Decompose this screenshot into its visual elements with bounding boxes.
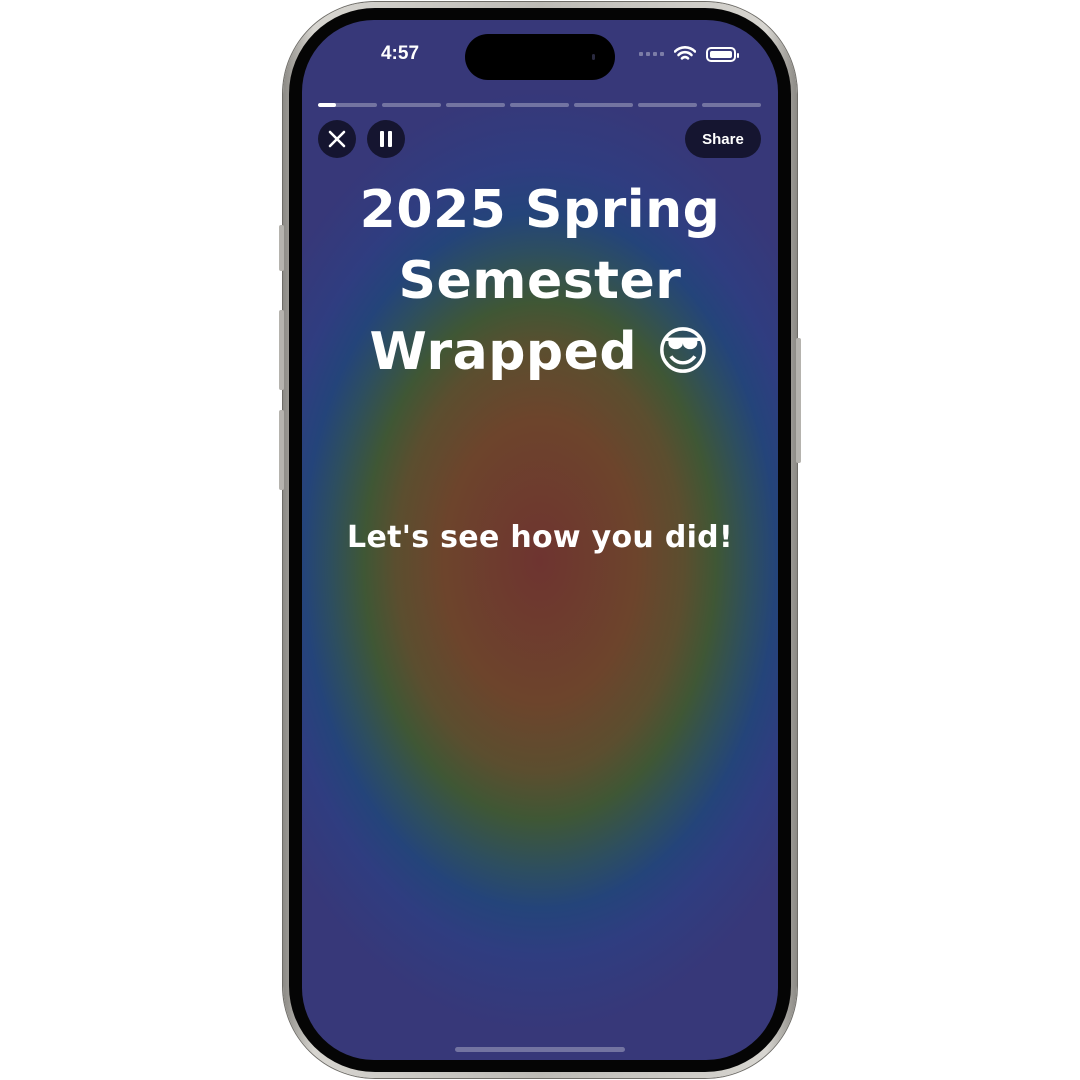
volume-up-button bbox=[279, 310, 284, 390]
battery-icon bbox=[706, 46, 739, 62]
slide-subtitle: Let's see how you did! bbox=[347, 520, 733, 555]
pause-icon bbox=[380, 131, 392, 147]
wifi-icon bbox=[674, 46, 696, 60]
progress-segment[interactable] bbox=[510, 103, 569, 107]
power-button bbox=[796, 338, 801, 463]
progress-segment[interactable] bbox=[702, 103, 761, 107]
camera-icon bbox=[592, 54, 595, 60]
share-button[interactable]: Share bbox=[685, 120, 761, 158]
progress-segment[interactable] bbox=[638, 103, 697, 107]
close-icon bbox=[328, 130, 346, 148]
progress-segment-fill bbox=[318, 103, 336, 107]
home-indicator[interactable] bbox=[455, 1047, 625, 1052]
dynamic-island bbox=[465, 34, 615, 80]
progress-segment[interactable] bbox=[318, 103, 377, 107]
title-line-3: Wrapped 😎 bbox=[369, 322, 711, 382]
progress-segment[interactable] bbox=[574, 103, 633, 107]
progress-segment[interactable] bbox=[446, 103, 505, 107]
close-button[interactable] bbox=[318, 120, 356, 158]
cellular-signal-icon bbox=[639, 52, 664, 56]
progress-segment[interactable] bbox=[382, 103, 441, 107]
title-line-2: Semester bbox=[398, 251, 682, 311]
volume-down-button bbox=[279, 410, 284, 490]
slide-title: 2025 Spring Semester Wrapped 😎 bbox=[332, 175, 748, 388]
action-button bbox=[279, 225, 284, 271]
pause-button[interactable] bbox=[367, 120, 405, 158]
title-line-1: 2025 Spring bbox=[359, 180, 721, 240]
status-icons bbox=[639, 44, 739, 64]
screen: 4:57 Share 2025 Spring Semester Wrapped … bbox=[302, 20, 778, 1060]
story-progress bbox=[318, 103, 761, 107]
status-time: 4:57 bbox=[380, 43, 420, 64]
